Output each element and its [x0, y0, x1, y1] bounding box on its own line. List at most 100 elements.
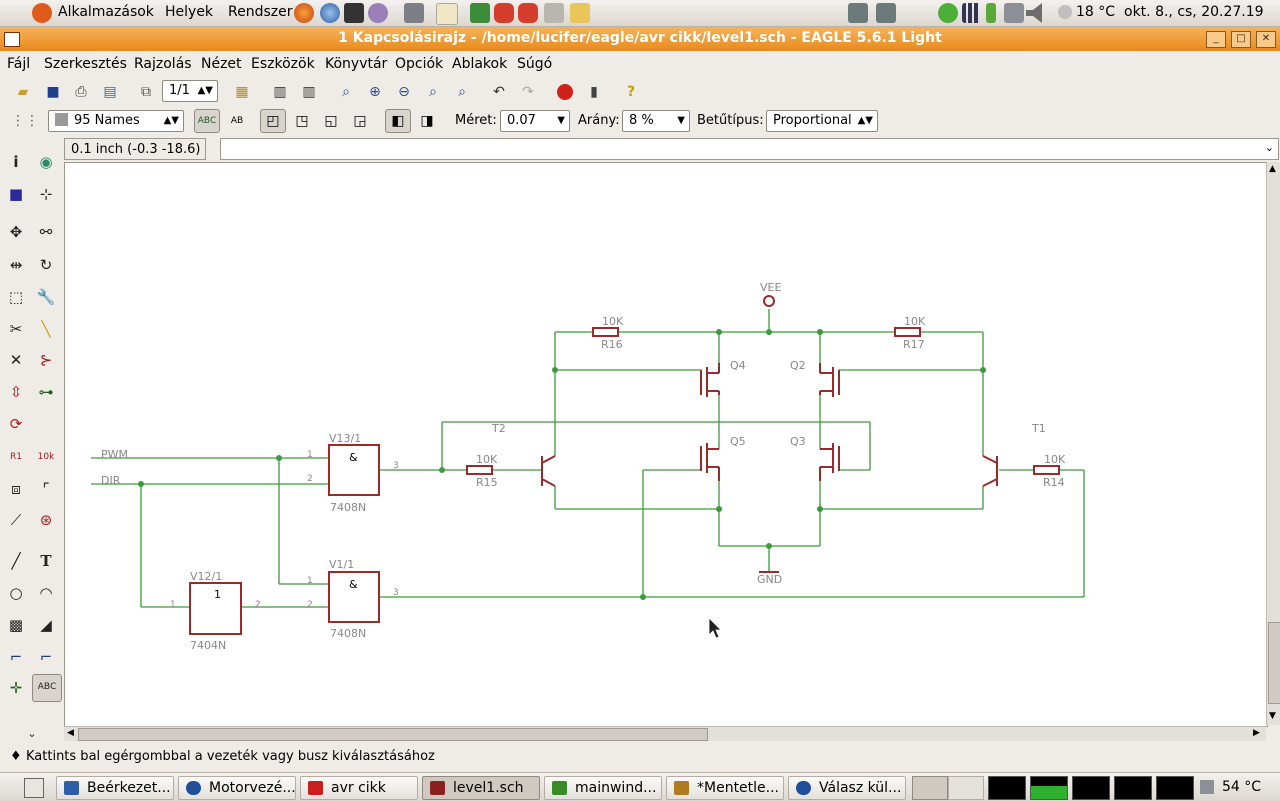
pidgin-icon[interactable] — [368, 3, 388, 23]
mark-icon[interactable]: ⊹ — [34, 182, 58, 206]
save-icon[interactable]: ■ — [40, 80, 66, 104]
load-monitor[interactable] — [1156, 776, 1194, 800]
calculator-icon[interactable] — [404, 3, 424, 23]
open-icon[interactable]: ▰ — [10, 80, 36, 104]
task-mainwindow[interactable]: mainwind... — [544, 776, 662, 800]
label-icon[interactable]: ABC — [32, 674, 62, 702]
grid-icon[interactable]: ⋮⋮ — [10, 109, 39, 133]
window-titlebar[interactable]: 1 Kapcsolásirajz - /home/lucifer/eagle/a… — [0, 27, 1280, 51]
align-bottom-right-icon[interactable]: ◲ — [347, 109, 373, 133]
workspace-1[interactable] — [912, 776, 948, 800]
scroll-down-icon[interactable]: ▼ — [1269, 711, 1276, 721]
move-icon[interactable]: ✥ — [4, 220, 28, 244]
text-mirror-off-icon[interactable]: ◧ — [385, 109, 411, 133]
invoke-icon[interactable]: ⊛ — [34, 508, 58, 532]
help-icon[interactable]: ? — [618, 80, 644, 104]
info-icon[interactable]: i — [4, 150, 28, 174]
split-icon[interactable]: ⟋ — [4, 508, 28, 532]
firefox-icon[interactable] — [294, 3, 314, 23]
volume-icon[interactable] — [1026, 3, 1042, 23]
font-select[interactable]: Proportional ▲▼ — [766, 110, 878, 132]
zoom-out-icon[interactable]: ⊖ — [391, 80, 417, 104]
bird-red-icon-2[interactable] — [518, 3, 538, 23]
thunderbird-icon[interactable] — [320, 3, 340, 23]
go-icon[interactable]: ▮ — [581, 80, 607, 104]
junction-icon[interactable]: ✛ — [4, 676, 28, 700]
task-level1-sch[interactable]: level1.sch — [422, 776, 540, 800]
menu-library[interactable]: Könyvtár — [325, 56, 387, 72]
smash-icon[interactable]: ⧈ — [4, 477, 28, 501]
add-icon[interactable]: ⊱ — [34, 348, 58, 372]
arc-icon[interactable]: ◠ — [34, 581, 58, 605]
swap-monitor[interactable] — [1114, 776, 1152, 800]
sheet-icon[interactable]: ⧉ — [133, 80, 159, 104]
rotate-icon[interactable]: ↻ — [34, 253, 58, 277]
mirror-icon[interactable]: ⇹ — [4, 253, 28, 277]
more-tools-icon[interactable]: ⌄ — [20, 722, 44, 746]
wire-icon[interactable]: ╱ — [4, 549, 28, 573]
task-reply[interactable]: Válasz kül... — [788, 776, 906, 800]
update-ok-icon[interactable] — [938, 3, 958, 23]
display-layers-icon[interactable]: ■ — [4, 182, 28, 206]
scroll-right-icon[interactable]: ▶ — [1253, 728, 1260, 738]
battery-icon[interactable] — [986, 3, 996, 23]
script-icon[interactable]: ▥ — [267, 80, 293, 104]
cam-processor-icon[interactable]: ▤ — [97, 80, 123, 104]
bus-icon[interactable]: ⌐ — [4, 645, 28, 669]
text-icon[interactable]: T — [34, 549, 58, 573]
menu-help[interactable]: Súgó — [517, 56, 552, 72]
applications-menu[interactable]: Alkalmazások — [58, 4, 154, 20]
redo-icon[interactable]: ↷ — [515, 80, 541, 104]
pinswap-icon[interactable]: ⇳ — [4, 380, 28, 404]
size-combo[interactable]: 0.07 ▼ — [500, 110, 570, 132]
chevron-down-icon[interactable]: ⌄ — [1265, 141, 1274, 154]
value-icon[interactable]: 10k — [34, 445, 58, 469]
network-icon[interactable] — [848, 3, 868, 23]
align-bottom-left-icon[interactable]: ◱ — [318, 109, 344, 133]
schematic-drawing[interactable]: VEE GND PWM DIR V13/1 V1/1 V12/1 7408N 7… — [65, 163, 1267, 726]
ratio-combo[interactable]: 8 % ▼ — [622, 110, 690, 132]
task-motorvezerlo[interactable]: Motorvezé... — [178, 776, 296, 800]
network-monitor[interactable] — [1072, 776, 1110, 800]
align-top-left-icon[interactable]: ◰ — [260, 109, 286, 133]
menu-view[interactable]: Nézet — [201, 56, 242, 72]
menu-file[interactable]: Fájl — [7, 56, 30, 72]
eagle-icon[interactable] — [470, 3, 490, 23]
signal-icon[interactable] — [962, 3, 982, 23]
menu-draw[interactable]: Rajzolás — [134, 56, 192, 72]
ulp-icon[interactable]: ▥ — [296, 80, 322, 104]
weather-icon[interactable] — [1058, 5, 1072, 19]
menu-windows[interactable]: Ablakok — [452, 56, 507, 72]
bird-red-icon[interactable] — [494, 3, 514, 23]
workspace-2[interactable] — [948, 776, 984, 800]
change-icon[interactable]: 🔧 — [34, 285, 58, 309]
delete-x-icon[interactable]: ✕ — [4, 348, 28, 372]
gateswap-icon[interactable]: ⊶ — [34, 380, 58, 404]
text-editor-icon[interactable] — [436, 3, 458, 25]
close-button[interactable]: ✕ — [1256, 31, 1276, 48]
redraw-icon[interactable]: ⌕ — [420, 80, 446, 104]
zoom-in-icon[interactable]: ⊕ — [362, 80, 388, 104]
group-icon[interactable]: ⬚ — [4, 285, 28, 309]
maximize-button[interactable]: □ — [1231, 31, 1251, 48]
system-menu[interactable]: Rendszer — [228, 4, 292, 20]
name-icon[interactable]: R1 — [4, 445, 28, 469]
ubuntu-logo-icon[interactable] — [32, 3, 52, 23]
menu-tools[interactable]: Eszközök — [251, 56, 315, 72]
horizontal-scrollbar[interactable]: ◀ ▶ — [64, 726, 1266, 741]
cpu-monitor[interactable] — [988, 776, 1026, 800]
minimize-button[interactable]: _ — [1206, 31, 1226, 48]
delete-icon[interactable]: ╲ — [34, 317, 58, 341]
clock[interactable]: okt. 8., cs, 20.27.19 — [1124, 4, 1264, 20]
show-desktop-icon[interactable] — [24, 778, 44, 798]
name-text-icon[interactable]: ABC — [194, 109, 220, 133]
polygon-icon[interactable]: ◢ — [34, 613, 58, 637]
scroll-up-icon[interactable]: ▲ — [1269, 164, 1276, 174]
network-icon-2[interactable] — [876, 3, 896, 23]
zoom-fit-icon[interactable]: ⌕ — [333, 80, 359, 104]
replace-icon[interactable]: ⟳ — [4, 412, 28, 436]
print-icon[interactable]: ⎙ — [68, 80, 94, 104]
value-text-icon[interactable]: AB — [224, 109, 250, 133]
paste-icon[interactable]: ✂ — [4, 317, 28, 341]
mail-icon[interactable] — [1004, 3, 1024, 23]
